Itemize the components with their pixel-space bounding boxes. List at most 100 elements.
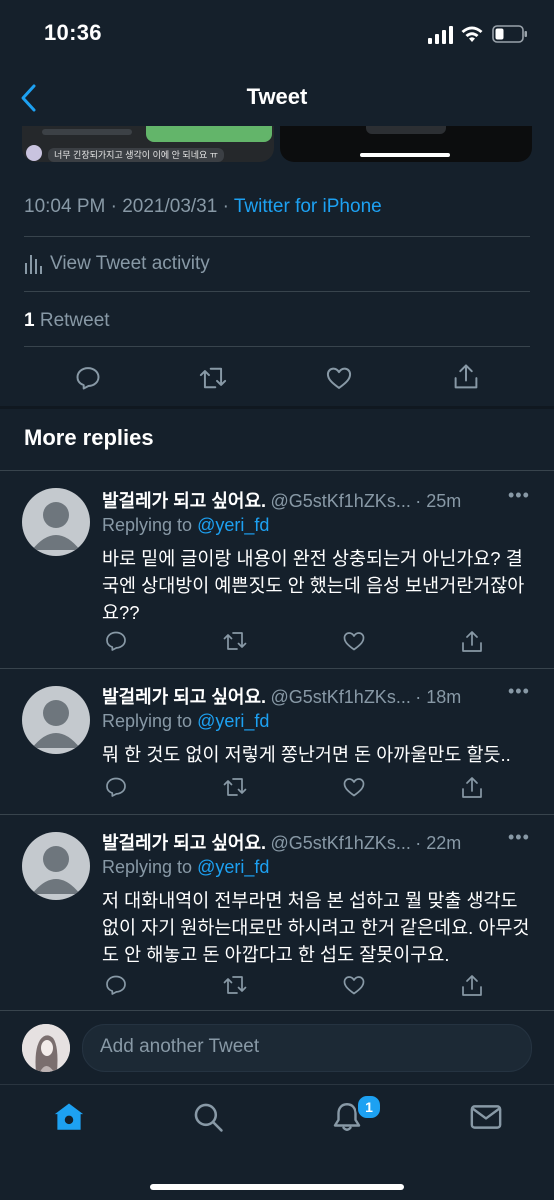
replying-to-prefix: Replying to: [102, 857, 198, 877]
reply-header: 발걸레가 되고 싶어요. @G5stKf1hZKs... · 25m: [102, 487, 502, 513]
like-icon[interactable]: [342, 973, 366, 997]
reply-display-name[interactable]: 발걸레가 되고 싶어요.: [102, 491, 266, 511]
divider: [24, 236, 530, 237]
image-home-indicator: [360, 153, 450, 157]
reply-time: · 18m: [415, 687, 462, 707]
replying-to-link[interactable]: @yeri_fd: [197, 515, 269, 535]
tab-bar: 1: [0, 1084, 554, 1200]
reply-icon[interactable]: [104, 973, 128, 997]
reply-display-name[interactable]: 발걸레가 되고 싶어요.: [102, 687, 266, 707]
share-icon[interactable]: [460, 775, 484, 801]
notifications-badge: 1: [356, 1094, 382, 1120]
reply-button[interactable]: [74, 364, 102, 392]
chat-line: [42, 129, 132, 135]
more-replies-title: More replies: [24, 425, 154, 450]
retweet-icon[interactable]: [222, 629, 248, 653]
share-icon: [454, 364, 478, 389]
reply-text: 저 대화내역이 전부라면 처음 본 섭하고 뭘 맞출 생각도 없이 자기 원하는…: [102, 890, 530, 965]
tweet-date: 2021/03/31: [122, 196, 218, 217]
tweet-image-right[interactable]: [280, 126, 532, 162]
replying-to: Replying to @yeri_fd: [102, 711, 269, 732]
chat-bubble-text: 너무 긴장되가지고 생각이 이에 안 되네요 ㅠ: [48, 148, 225, 162]
like-icon: [326, 367, 352, 389]
default-profile-icon: [32, 502, 80, 550]
reply-item[interactable]: 발걸레가 되고 싶어요. @G5stKf1hZKs... · 18m ••• R…: [0, 669, 554, 813]
replying-to-link[interactable]: @yeri_fd: [197, 857, 269, 877]
page-title: Tweet: [246, 84, 308, 109]
tab-home[interactable]: [52, 1100, 86, 1134]
default-profile-icon: [32, 700, 80, 748]
like-icon[interactable]: [342, 629, 366, 653]
share-icon[interactable]: [460, 629, 484, 655]
reply-action-bar: [104, 973, 484, 1003]
home-indicator: [150, 1184, 404, 1190]
stats-icon: [25, 255, 42, 274]
replying-to: Replying to @yeri_fd: [102, 515, 269, 536]
reply-text: 바로 밑에 글이랑 내용이 완전 상충되는거 아닌가요? 결국엔 상대방이 예쁜…: [102, 548, 525, 623]
reply-icon: [76, 367, 100, 390]
reply-time: · 22m: [415, 833, 462, 853]
reply-item[interactable]: 발걸레가 되고 싶어요. @G5stKf1hZKs... · 22m ••• R…: [0, 815, 554, 1011]
meta-separator: ·: [105, 196, 123, 217]
tweet-meta: 10:04 PM · 2021/03/31 · Twitter for iPho…: [24, 196, 382, 218]
tweet-time: 10:04 PM: [24, 196, 106, 217]
replying-to: Replying to @yeri_fd: [102, 857, 269, 878]
reply-icon[interactable]: [104, 629, 128, 653]
divider: [24, 291, 530, 292]
replying-to-link[interactable]: @yeri_fd: [197, 711, 269, 731]
mail-icon: [470, 1105, 502, 1129]
default-profile-icon: [32, 846, 80, 894]
more-icon[interactable]: •••: [508, 827, 530, 848]
reply-header: 발걸레가 되고 싶어요. @G5stKf1hZKs... · 18m: [102, 683, 502, 709]
tweet-action-bar: [0, 358, 554, 398]
retweet-button[interactable]: [198, 364, 228, 392]
divider: [0, 1010, 554, 1011]
search-icon: [194, 1103, 223, 1132]
reply-action-bar: [104, 629, 484, 659]
status-bar: 10:36: [0, 0, 554, 70]
meta-separator-2: ·: [217, 196, 234, 217]
replying-to-prefix: Replying to: [102, 711, 198, 731]
section-divider: [0, 406, 554, 409]
tweet-image-left[interactable]: 너무 긴장되가지고 생각이 이에 안 되네요 ㅠ: [22, 126, 274, 162]
wifi-icon: [460, 24, 484, 44]
more-icon[interactable]: •••: [508, 681, 530, 702]
image-bar: [366, 126, 446, 134]
avatar[interactable]: [22, 488, 90, 556]
more-icon[interactable]: •••: [508, 485, 530, 506]
avatar[interactable]: [22, 686, 90, 754]
add-tweet-placeholder: Add another Tweet: [100, 1036, 260, 1057]
retweet-icon[interactable]: [222, 973, 248, 997]
reply-handle: @G5stKf1hZKs...: [270, 833, 411, 853]
reply-icon[interactable]: [104, 775, 128, 799]
retweet-stats[interactable]: 1 Retweet: [24, 310, 110, 332]
like-button[interactable]: [325, 364, 353, 392]
reply-text: 뭐 한 것도 없이 저렇게 쫑난거면 돈 아까울만도 할듯..: [102, 744, 511, 765]
reply-header: 발걸레가 되고 싶어요. @G5stKf1hZKs... · 22m: [102, 829, 502, 855]
tab-messages[interactable]: [469, 1102, 503, 1132]
reply-display-name[interactable]: 발걸레가 되고 싶어요.: [102, 833, 266, 853]
reply-item[interactable]: 발걸레가 되고 싶어요. @G5stKf1hZKs... · 25m ••• R…: [0, 471, 554, 667]
tab-search[interactable]: [191, 1100, 225, 1134]
retweet-icon[interactable]: [222, 775, 248, 799]
status-time: 10:36: [44, 20, 102, 45]
tweet-source-link[interactable]: Twitter for iPhone: [234, 196, 382, 217]
retweet-label: Retweet: [39, 310, 110, 331]
like-icon[interactable]: [342, 775, 366, 799]
share-icon[interactable]: [460, 973, 484, 999]
reply-handle: @G5stKf1hZKs...: [270, 687, 411, 707]
retweet-icon: [199, 367, 227, 389]
chat-avatar: [26, 145, 42, 161]
view-activity-button[interactable]: View Tweet activity: [24, 250, 210, 278]
divider: [24, 346, 530, 347]
nav-header: Tweet: [0, 70, 554, 126]
user-avatar-illustration: [22, 1024, 70, 1072]
share-button[interactable]: [452, 362, 480, 392]
reply-action-bar: [104, 775, 484, 805]
reply-time: · 25m: [415, 491, 462, 511]
avatar[interactable]: [22, 832, 90, 900]
replying-to-prefix: Replying to: [102, 515, 198, 535]
chat-bubble-green: [146, 126, 272, 142]
user-avatar[interactable]: [22, 1024, 70, 1072]
battery-icon: [492, 25, 528, 43]
